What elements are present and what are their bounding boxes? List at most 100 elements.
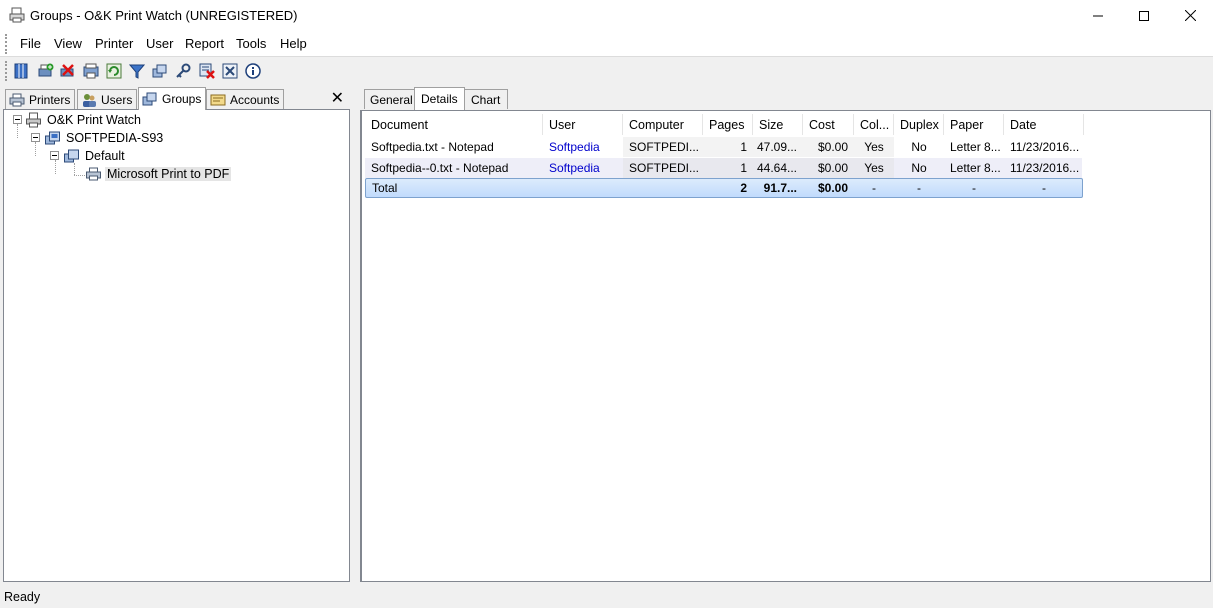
- close-icon: [1184, 10, 1196, 21]
- filter-icon: [129, 64, 145, 79]
- add-printer-button[interactable]: [37, 62, 55, 80]
- printer-icon: [86, 167, 101, 181]
- cell-user: Softpedia: [549, 140, 600, 154]
- close-pane-icon[interactable]: ✕: [331, 88, 344, 108]
- total-size: 91.7...: [763, 181, 797, 195]
- tree-node-label: Default: [85, 149, 125, 163]
- cell-computer: SOFTPEDI...: [623, 158, 703, 178]
- remove-filter-button[interactable]: [198, 62, 216, 80]
- tree-node-label: Microsoft Print to PDF: [105, 167, 232, 181]
- tree-node-label: O&K Print Watch: [47, 113, 142, 127]
- column-header-pages[interactable]: Pages: [703, 114, 753, 135]
- minimize-icon: [1093, 15, 1103, 16]
- menu-view[interactable]: View: [54, 36, 82, 51]
- total-row[interactable]: Total 2 91.7... $0.00 - - - -: [365, 178, 1083, 198]
- refresh-icon: [106, 63, 122, 79]
- users-icon: [83, 93, 96, 107]
- printer-list-icon: [83, 63, 99, 79]
- total-pages: 2: [740, 181, 747, 195]
- tree-line: [74, 175, 85, 176]
- key-icon: [176, 63, 191, 78]
- add-printer-icon: [38, 63, 54, 77]
- tree-node-printer[interactable]: Microsoft Print to PDF: [85, 165, 232, 183]
- left-pane: Printers Users Groups Accounts ✕ O&K Pri…: [2, 87, 350, 582]
- details-panel: Document User Computer Pages Size Cost C…: [360, 110, 1211, 582]
- cell-pages: 1: [703, 137, 753, 157]
- total-date: -: [1042, 181, 1046, 195]
- cell-cost: $0.00: [803, 137, 854, 157]
- tree-node-group[interactable]: Default: [63, 147, 127, 165]
- tab-details[interactable]: Details: [414, 87, 465, 110]
- filter-button[interactable]: [128, 62, 146, 80]
- right-pane: General Details Chart Document User Comp…: [360, 87, 1213, 582]
- tree-line: [17, 124, 18, 138]
- toolbar: [0, 57, 1213, 86]
- refresh-button[interactable]: [105, 62, 123, 80]
- column-header-color[interactable]: Col...: [854, 114, 894, 135]
- tree-expander[interactable]: [31, 133, 40, 142]
- remove-filter-icon: [199, 63, 215, 79]
- column-header-document[interactable]: Document: [365, 114, 543, 135]
- tree-expander[interactable]: [50, 151, 59, 160]
- column-header-computer[interactable]: Computer: [623, 114, 703, 135]
- tree-line: [35, 142, 36, 156]
- info-button[interactable]: [244, 62, 262, 80]
- accounts-icon: [210, 94, 226, 105]
- title-bar: Groups - O&K Print Watch (UNREGISTERED): [0, 0, 1213, 31]
- cell-duplex: No: [911, 161, 927, 175]
- tab-chart[interactable]: Chart: [463, 89, 509, 109]
- table-row[interactable]: Softpedia--0.txt - Notepad Softpedia SOF…: [365, 158, 1082, 178]
- tab-groups-label: Groups: [162, 92, 202, 106]
- report-icon: [222, 63, 238, 79]
- menu-user[interactable]: User: [146, 36, 173, 51]
- groups-icon: [152, 64, 167, 78]
- printer-icon: [9, 93, 25, 106]
- close-button[interactable]: [1167, 0, 1213, 31]
- cell-paper: Letter 8...: [950, 161, 1001, 175]
- menu-tools[interactable]: Tools: [236, 36, 266, 51]
- computer-icon: [45, 131, 60, 145]
- left-tab-strip: Printers Users Groups Accounts ✕: [2, 87, 350, 110]
- column-header-duplex[interactable]: Duplex: [894, 114, 944, 135]
- column-header-paper[interactable]: Paper: [944, 114, 1004, 135]
- cell-date: 11/23/2016...: [1010, 161, 1080, 175]
- tree-node-root[interactable]: O&K Print Watch: [25, 111, 143, 129]
- tab-printers[interactable]: Printers: [5, 89, 76, 109]
- column-header-user[interactable]: User: [543, 114, 623, 135]
- toolbar-grip: [5, 61, 7, 81]
- column-header-cost[interactable]: Cost: [803, 114, 854, 135]
- key-button[interactable]: [174, 62, 192, 80]
- group-tree: O&K Print Watch SOFTPEDIA-S93 Default Mi…: [3, 109, 350, 582]
- printer-list-button[interactable]: [82, 62, 100, 80]
- column-header-date[interactable]: Date: [1004, 114, 1084, 135]
- groups-icon: [142, 92, 157, 106]
- tab-accounts[interactable]: Accounts: [206, 89, 285, 109]
- cell-duplex: No: [911, 140, 927, 154]
- maximize-button[interactable]: [1121, 0, 1167, 31]
- cell-document: Softpedia--0.txt - Notepad: [371, 161, 509, 175]
- groups-button[interactable]: [151, 62, 169, 80]
- group-icon: [64, 149, 79, 163]
- tab-general[interactable]: General: [364, 89, 419, 109]
- delete-printer-button[interactable]: [59, 62, 77, 80]
- maximize-icon: [1139, 10, 1149, 21]
- tab-groups[interactable]: Groups: [138, 87, 207, 110]
- toggle-panel-button[interactable]: [12, 62, 30, 80]
- total-duplex: -: [917, 181, 921, 195]
- menu-report[interactable]: Report: [185, 36, 224, 51]
- menu-grip: [5, 34, 7, 54]
- column-header-size[interactable]: Size: [753, 114, 803, 135]
- report-button[interactable]: [221, 62, 239, 80]
- menu-printer[interactable]: Printer: [95, 36, 133, 51]
- total-paper: -: [972, 181, 976, 195]
- table-row[interactable]: Softpedia.txt - Notepad Softpedia SOFTPE…: [365, 137, 1082, 157]
- cell-pages: 1: [703, 158, 753, 178]
- tab-users[interactable]: Users: [77, 89, 138, 109]
- total-color: -: [872, 181, 876, 195]
- pane-splitter[interactable]: [352, 87, 358, 582]
- minimize-button[interactable]: [1075, 0, 1121, 31]
- menu-file[interactable]: File: [20, 36, 41, 51]
- tree-expander[interactable]: [13, 115, 22, 124]
- menu-help[interactable]: Help: [280, 36, 307, 51]
- tree-node-computer[interactable]: SOFTPEDIA-S93: [44, 129, 165, 147]
